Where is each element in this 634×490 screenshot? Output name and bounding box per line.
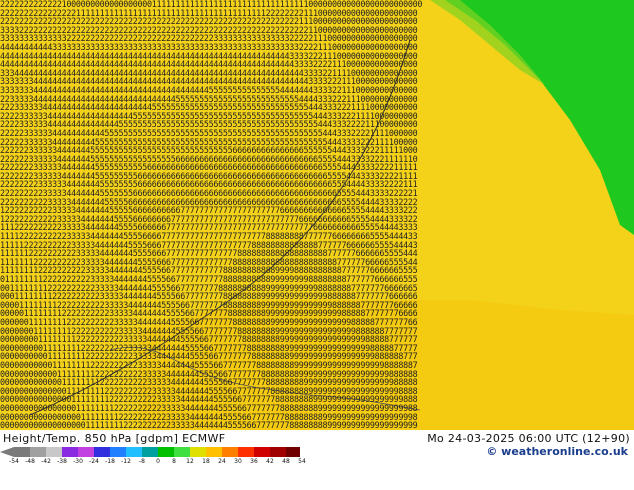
legend-tick-label: 48 <box>282 458 290 465</box>
map-title: Height/Temp. 850 hPa [gdpm] ECMWF <box>3 432 226 445</box>
legend-swatch <box>30 447 46 457</box>
forecast-time: Mo 24-03-2025 06:00 UTC (12+90) <box>427 432 630 445</box>
legend-swatch <box>174 447 190 457</box>
legend-swatch <box>222 447 238 457</box>
legend-tick-label: 42 <box>266 458 274 465</box>
legend-tick-label: -30 <box>73 458 83 465</box>
legend-swatch <box>286 447 300 457</box>
legend-tick-label: -54 <box>9 458 19 465</box>
legend-tick-label: 8 <box>172 458 176 465</box>
legend-swatch <box>14 447 30 457</box>
legend-tick-label: 30 <box>234 458 242 465</box>
legend-arrow-left <box>0 447 14 457</box>
legend-tick-label: 12 <box>186 458 194 465</box>
legend-swatch <box>62 447 78 457</box>
legend-swatch <box>158 447 174 457</box>
legend-tick-label: 0 <box>156 458 160 465</box>
legend-tick-label: 36 <box>250 458 258 465</box>
legend-swatch <box>126 447 142 457</box>
legend-tick-label: -48 <box>25 458 35 465</box>
copyright-link[interactable]: © weatheronline.co.uk <box>486 445 628 458</box>
map-footer: Height/Temp. 850 hPa [gdpm] ECMWF Mo 24-… <box>0 430 634 490</box>
legend-tick-label: -8 <box>139 458 145 465</box>
legend-swatch <box>270 447 286 457</box>
color-legend-ticks: -54 -48 -42 -38 -30 -24 -18 -12 -8 0 8 12 18 24 30 36 42… <box>9 458 306 467</box>
legend-swatch <box>142 447 158 457</box>
legend-swatch <box>238 447 254 457</box>
color-legend-bar <box>0 447 300 457</box>
legend-swatch <box>110 447 126 457</box>
legend-tick-label: -38 <box>57 458 67 465</box>
weather-map: 2222222222222100000000000000000011111111… <box>0 0 634 430</box>
legend-swatch <box>206 447 222 457</box>
legend-swatch <box>46 447 62 457</box>
legend-swatch <box>94 447 110 457</box>
legend-tick-label: -42 <box>41 458 51 465</box>
legend-tick-label: 54 <box>298 458 306 465</box>
value-grid: 2222222222222100000000000000000011111111… <box>0 0 423 430</box>
legend-swatch <box>190 447 206 457</box>
legend-tick-label: 18 <box>202 458 210 465</box>
legend-tick-label: 24 <box>218 458 226 465</box>
legend-swatch <box>78 447 94 457</box>
legend-tick-label: -18 <box>105 458 115 465</box>
legend-swatch <box>254 447 270 457</box>
legend-tick-label: -12 <box>121 458 131 465</box>
legend-tick-label: -24 <box>89 458 99 465</box>
